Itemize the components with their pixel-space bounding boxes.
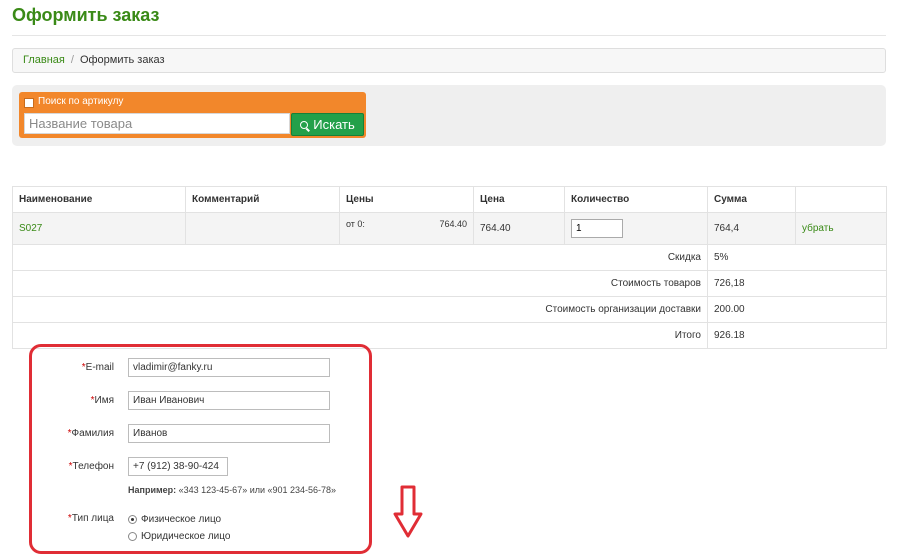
breadcrumb-current: Оформить заказ bbox=[79, 54, 165, 66]
summary-goods-value: 726,18 bbox=[707, 270, 887, 297]
product-link[interactable]: S027 bbox=[19, 223, 42, 234]
summary-total-value: 926.18 bbox=[707, 322, 887, 349]
product-comment bbox=[185, 212, 340, 245]
search-button-label: Искать bbox=[313, 117, 355, 132]
col-header-price: Цена bbox=[473, 186, 565, 213]
article-search-label: Поиск по артикулу bbox=[38, 96, 124, 107]
col-header-name: Наименование bbox=[12, 186, 186, 213]
summary-goods-label: Стоимость товаров bbox=[12, 270, 708, 297]
table-header-row: Наименование Комментарий Цены Цена Колич… bbox=[12, 186, 887, 213]
summary-discount-value: 5% bbox=[707, 244, 887, 271]
product-sum: 764,4 bbox=[707, 212, 796, 245]
summary-delivery-value: 200.00 bbox=[707, 296, 887, 323]
summary-row: Скидка 5% bbox=[12, 244, 887, 271]
product-price: 764.40 bbox=[473, 212, 565, 245]
price-tier-from: от 0: bbox=[346, 218, 365, 229]
quantity-input[interactable] bbox=[571, 219, 623, 238]
summary-row: Стоимость товаров 726,18 bbox=[12, 270, 887, 297]
remove-link[interactable]: убрать bbox=[802, 223, 834, 234]
col-header-actions bbox=[795, 186, 887, 213]
summary-discount-label: Скидка bbox=[12, 244, 708, 271]
annotation-highlight-box bbox=[29, 344, 372, 554]
breadcrumb-separator: / bbox=[70, 54, 74, 66]
breadcrumb-home-link[interactable]: Главная bbox=[23, 54, 65, 66]
search-button[interactable]: Искать bbox=[291, 113, 364, 136]
col-header-sum: Сумма bbox=[707, 186, 796, 213]
order-table: Наименование Комментарий Цены Цена Колич… bbox=[12, 186, 887, 349]
article-search-checkbox[interactable] bbox=[24, 98, 34, 108]
search-input[interactable] bbox=[24, 113, 290, 134]
table-row: S027 от 0: 764.40 764.40 764,4 убрать bbox=[12, 212, 887, 245]
page-title: Оформить заказ bbox=[12, 5, 160, 25]
breadcrumb: Главная / Оформить заказ bbox=[12, 48, 886, 73]
arrow-down-icon bbox=[393, 485, 423, 538]
price-tier-value: 764.40 bbox=[439, 218, 467, 229]
title-divider bbox=[12, 35, 886, 36]
col-header-prices: Цены bbox=[339, 186, 474, 213]
summary-delivery-label: Стоимость организации доставки bbox=[12, 296, 708, 323]
col-header-quantity: Количество bbox=[564, 186, 708, 213]
summary-row: Стоимость организации доставки 200.00 bbox=[12, 296, 887, 323]
col-header-comment: Комментарий bbox=[185, 186, 340, 213]
search-icon bbox=[300, 121, 309, 129]
